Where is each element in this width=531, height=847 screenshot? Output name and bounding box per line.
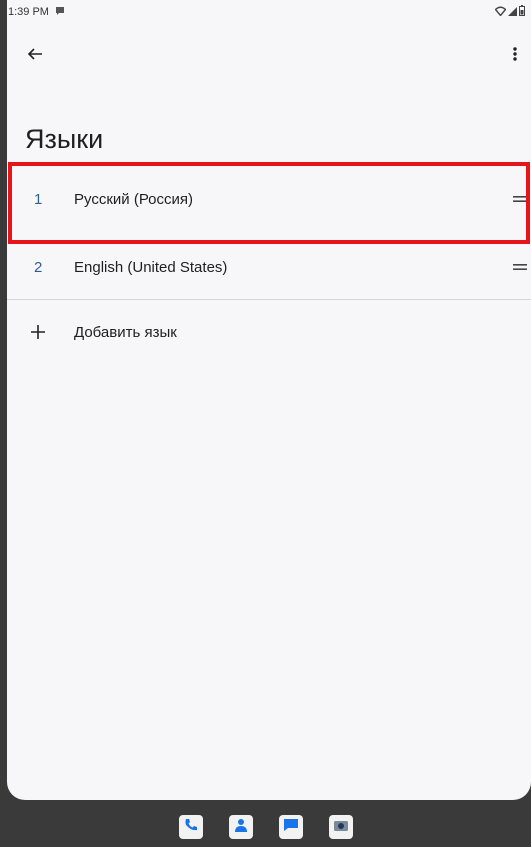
language-order-number: 1 [34,190,43,208]
drag-handle-icon[interactable] [509,260,531,274]
divider [7,299,531,300]
message-notification-icon [55,6,65,19]
status-bar: 1:39 PM [7,0,531,24]
more-vertical-icon [513,46,517,67]
contacts-icon [233,817,249,838]
drag-handle-icon[interactable] [509,192,531,206]
messages-app-button[interactable] [278,815,303,839]
add-language-label: Добавить язык [74,323,177,341]
arrow-left-icon [27,46,43,67]
language-order-number: 2 [34,258,43,276]
language-list: 1 Русский (Россия) 2 English (United Sta… [7,162,531,298]
camera-app-button[interactable] [328,815,353,839]
taskbar-dock [0,815,531,847]
app-bar [7,36,531,76]
language-item-russian[interactable]: 1 Русский (Россия) [7,162,531,236]
messages-icon [282,816,300,839]
phone-app-button[interactable] [178,815,203,839]
phone-icon [183,817,199,838]
camera-icon [333,817,349,838]
plus-icon [7,325,74,339]
wifi-icon [494,6,507,19]
back-button[interactable] [19,40,51,72]
signal-icon [508,6,517,19]
language-label: Русский (Россия) [74,190,194,208]
settings-screen: 1:39 PM Языки 1 Русский (Россия) 2 Engli… [7,0,531,800]
language-label: English (United States) [74,258,228,276]
battery-icon [519,5,525,19]
language-item-english[interactable]: 2 English (United States) [7,236,531,298]
more-options-button[interactable] [503,40,527,72]
add-language-button[interactable]: Добавить язык [7,312,531,352]
page-title: Языки [25,124,104,154]
contacts-app-button[interactable] [228,815,253,839]
status-time: 1:39 PM [8,6,49,18]
